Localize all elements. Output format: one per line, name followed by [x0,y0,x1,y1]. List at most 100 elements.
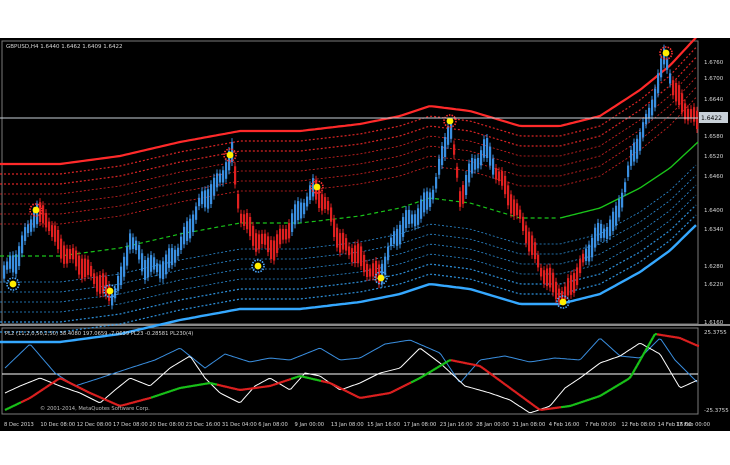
candle-body [654,88,657,108]
osc-signal-segment [78,386,82,390]
candle-body [483,139,486,158]
osc-signal-segment [530,402,534,406]
candle-body [585,248,588,262]
price-tick: 1.6760 [704,60,724,66]
candle-body [486,138,489,159]
candle-body [288,223,291,239]
osc-signal-segment [156,393,160,397]
candle-body [168,248,171,268]
osc-signal-segment [394,388,398,392]
osc-signal-segment [508,386,512,390]
lower-band-line [0,174,697,293]
candle-body [426,191,429,210]
osc-signal-segment [114,402,118,406]
signal-dot [226,151,234,159]
osc-signal-segment [352,393,356,397]
osc-signal-segment [174,387,178,391]
signal-dot [662,49,670,57]
candle-body [468,163,471,183]
osc-signal-segment [56,377,60,381]
osc-signal-segment [390,390,394,394]
osc-signal-segment [152,395,156,399]
price-candles [3,44,699,310]
candle-body [198,197,201,207]
candle-body [153,257,156,270]
osc-signal-segment [282,379,286,383]
candle-body [651,99,654,116]
candle-body [393,231,396,244]
candle-body [615,205,618,226]
price-tick: 1.6580 [704,134,724,140]
osc-signal-segment [442,362,446,366]
time-tick: 23 Dec 16:00 [186,422,221,428]
candle-body [522,216,525,231]
osc-signal-segment [52,380,56,384]
osc-signal-segment [578,401,582,405]
osc-signal-segment [14,403,18,407]
candle-body [387,246,390,261]
candle-body [321,194,324,211]
candle-body [45,213,48,228]
price-tick: 1.6460 [704,174,724,180]
candle-body [591,237,594,258]
time-tick: 10 Dec 08:00 [40,422,75,428]
osc-signal-segment [160,392,164,396]
osc-signal-segment [478,364,482,368]
candle-body [24,227,27,241]
osc-signal-segment [36,391,40,395]
osc-signal-segment [524,398,528,402]
osc-signal-segment [630,372,634,377]
osc-signal-segment [172,388,176,392]
time-tick: 7 Feb 00:00 [585,422,616,428]
candle-body [117,275,120,291]
osc-signal-segment [688,340,692,344]
candle-body [588,244,591,262]
osc-signal-segment [636,361,640,367]
osc-signal-segment [440,363,444,367]
candle-body [465,174,468,195]
candle-body [276,234,279,254]
osc-signal-segment [434,366,438,370]
osc-signal-segment [18,401,22,405]
candle-body [597,222,600,241]
osc-signal-segment [414,378,418,382]
chart-window[interactable]: 1.6422 GBPUSD,H4 1.6440 1.6462 1.6409 1.… [0,38,730,431]
candle-body [639,132,642,151]
candle-body [396,228,399,246]
candle-body [195,206,198,220]
candle-body [327,201,330,211]
signal-markers [6,46,673,309]
candle-body [369,268,372,277]
candle-body [144,260,147,280]
candle-body [612,211,615,231]
candle-body [627,165,630,177]
osc-signal-segment [438,364,442,368]
osc-signal-segment [94,394,98,398]
candle-body [552,272,555,293]
candle-body [6,261,9,270]
osc-signal-segment [92,393,96,397]
price-tick: 1.6220 [704,282,724,288]
candle-body [75,250,78,267]
osc-signal-segment [166,390,170,394]
candle-body [573,273,576,293]
osc-signal-segment [490,373,494,377]
price-tick: 1.6700 [704,76,724,82]
candle-body [540,267,543,277]
osc-signal-segment [106,399,110,403]
chart-canvas[interactable]: 1.6422 GBPUSD,H4 1.6440 1.6462 1.6409 1.… [0,38,730,431]
osc-signal-segment [580,400,584,404]
candle-body [258,234,261,250]
candle-body [285,228,288,240]
osc-signal-segment [536,406,540,411]
osc-signal-segment [678,336,682,340]
osc-signal-segment [482,367,486,371]
candle-body [201,191,204,205]
osc-signal-segment [570,403,574,407]
osc-signal-segment [88,391,92,395]
price-tick: 1.6280 [704,264,724,270]
osc-signal-segment [158,393,162,397]
osc-signal-segment [494,376,498,380]
price-tick: 1.6640 [704,97,724,103]
candle-body [150,255,153,272]
